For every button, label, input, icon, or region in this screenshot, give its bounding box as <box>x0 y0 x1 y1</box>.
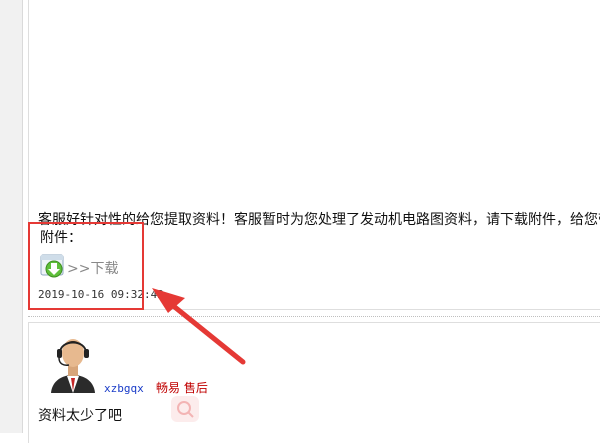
reply-text: 资料太少了吧 <box>38 408 122 424</box>
post-divider <box>28 316 600 317</box>
highlight-box <box>28 222 144 310</box>
search-icon <box>171 396 199 422</box>
reply-team-label: 畅易 售后 <box>156 381 208 395</box>
reply-username[interactable]: xzbgqx <box>104 382 144 396</box>
left-border-strip <box>0 0 23 433</box>
support-agent-avatar <box>48 331 98 393</box>
